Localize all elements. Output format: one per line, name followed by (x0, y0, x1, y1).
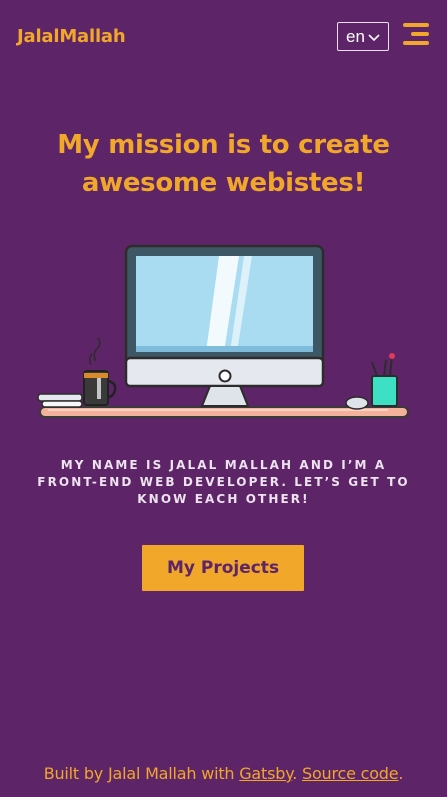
site-logo[interactable]: JalalMallah (17, 26, 126, 47)
desk-computer-illustration (37, 244, 409, 418)
gatsby-link[interactable]: Gatsby (239, 764, 292, 783)
source-code-link[interactable]: Source code (302, 764, 399, 783)
language-value: en (346, 26, 365, 46)
hero-title: My mission is to create awesome webistes… (20, 126, 427, 202)
language-select[interactable]: en (337, 22, 389, 51)
footer-prefix: Built by Jalal Mallah with (43, 764, 240, 783)
site-footer: Built by Jalal Mallah with Gatsby. Sourc… (0, 764, 447, 783)
intro-line-1: My name is Jalal Mallah and I’m a (60, 458, 387, 472)
my-projects-button[interactable]: My Projects (142, 545, 304, 591)
site-header: JalalMallah en (0, 0, 447, 72)
hamburger-menu-icon[interactable] (403, 23, 429, 47)
intro-text: My name is Jalal Mallah and I’m a front-… (30, 457, 417, 508)
hero-title-line-2: awesome webistes! (81, 168, 366, 198)
intro-line-2: front-end web developer. Let’s get to (37, 475, 410, 489)
hero-title-line-1: My mission is to create (57, 130, 390, 160)
chevron-down-icon (368, 33, 380, 41)
footer-separator: . (292, 764, 302, 783)
footer-suffix: . (398, 764, 404, 783)
intro-line-3: know each other! (137, 492, 310, 506)
